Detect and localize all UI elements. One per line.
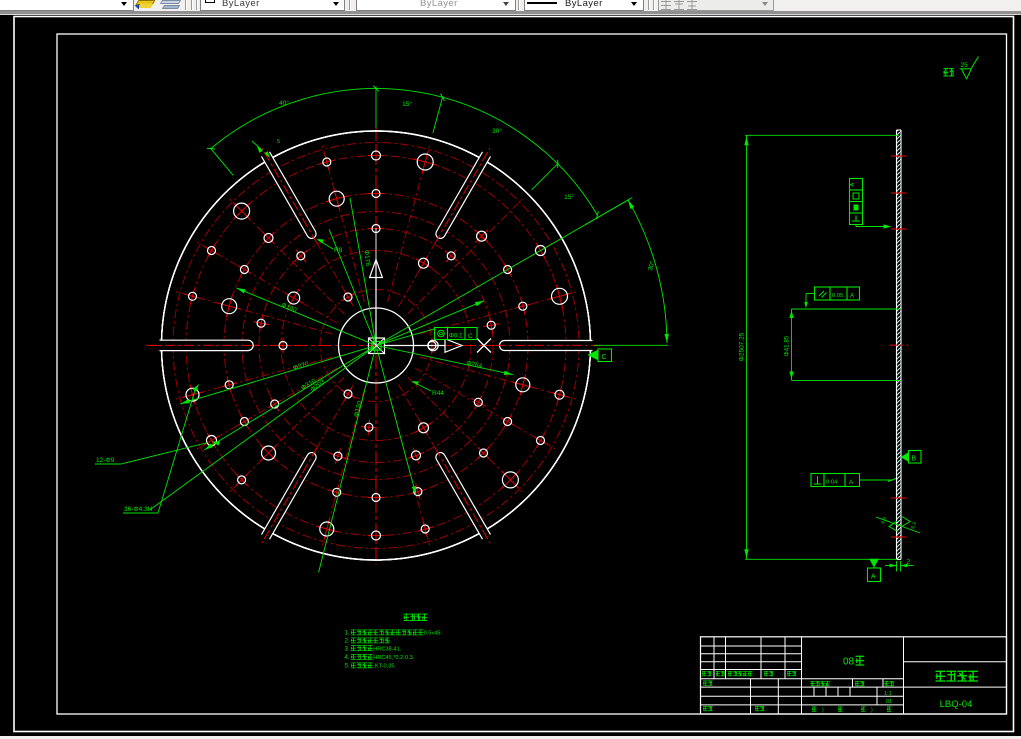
svg-text:Φ2507.25: Φ2507.25 <box>739 332 746 361</box>
svg-text:0.04: 0.04 <box>826 480 838 486</box>
svg-text:2: 2 <box>907 559 911 566</box>
svg-text:0.05: 0.05 <box>832 293 843 299</box>
svg-text:.KT-0.35.: .KT-0.35. <box>373 664 396 670</box>
svg-text:HRC45,*0.2-0.3.: HRC45,*0.2-0.3. <box>373 655 414 661</box>
svg-text:C: C <box>468 333 473 340</box>
svg-text:A: A <box>871 574 876 581</box>
svg-text:5.: 5. <box>345 664 350 670</box>
svg-text:3.: 3. <box>345 646 350 652</box>
svg-text:Φ41.85: Φ41.85 <box>784 335 791 356</box>
svg-text:LBQ-04: LBQ-04 <box>940 699 973 710</box>
svg-text:1.: 1. <box>345 631 350 637</box>
svg-text:40°: 40° <box>279 99 289 107</box>
svg-text:4.: 4. <box>345 655 350 661</box>
svg-text:15°: 15° <box>564 193 574 201</box>
svg-text:R44: R44 <box>432 390 444 397</box>
svg-text:0.5x45.: 0.5x45. <box>424 631 443 637</box>
svg-text:HRC38-41.: HRC38-41. <box>373 646 401 652</box>
svg-text:36-Φ4.3H: 36-Φ4.3H <box>124 506 153 513</box>
svg-text:B: B <box>912 455 917 462</box>
svg-text:1:1: 1:1 <box>884 691 892 697</box>
svg-text:5: 5 <box>277 139 280 145</box>
svg-text:2.: 2. <box>345 639 350 645</box>
svg-text:08: 08 <box>843 657 855 668</box>
svg-text:Φ0.1: Φ0.1 <box>449 333 463 340</box>
svg-text:R8: R8 <box>334 247 343 254</box>
svg-text:C: C <box>602 354 607 361</box>
svg-text:12-Φ9: 12-Φ9 <box>96 457 115 464</box>
svg-text:A: A <box>850 183 856 187</box>
svg-text:25: 25 <box>961 62 969 69</box>
svg-text:01: 01 <box>886 699 892 705</box>
svg-text:15°: 15° <box>402 100 412 108</box>
svg-text:30°: 30° <box>492 127 502 135</box>
